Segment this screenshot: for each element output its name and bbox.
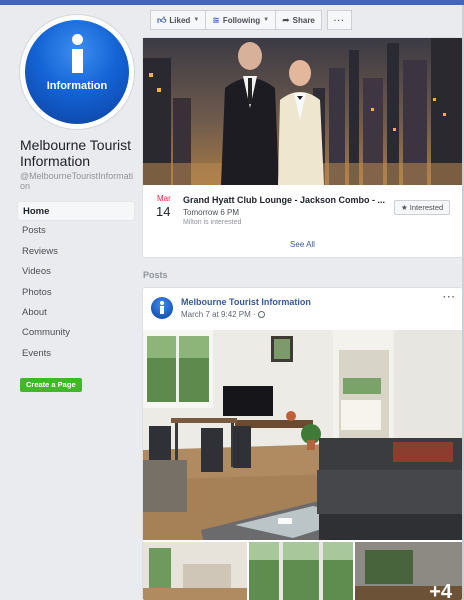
post-thumbnail-more[interactable]: +4 bbox=[355, 542, 462, 600]
nav-item-community[interactable]: Community bbox=[17, 323, 135, 343]
post-options-button[interactable]: ··· bbox=[443, 292, 456, 303]
post-card: Melbourne Tourist Information March 7 at… bbox=[143, 288, 462, 600]
garden-window-photo bbox=[249, 542, 353, 600]
more-options-button[interactable]: ··· bbox=[326, 10, 352, 30]
event-interest-note: Milton is interested bbox=[183, 219, 242, 226]
apartment-living-room-photo bbox=[143, 330, 462, 540]
event-title-link[interactable]: Grand Hyatt Club Lounge - Jackson Combo … bbox=[183, 195, 393, 205]
info-icon-dot bbox=[72, 34, 83, 45]
share-button[interactable]: ➦ Share bbox=[275, 10, 322, 30]
info-icon-stem bbox=[72, 49, 83, 73]
following-button[interactable]: ≊ Following ▼ bbox=[205, 10, 277, 30]
nav-item-reviews[interactable]: Reviews bbox=[17, 242, 135, 262]
event-time: Tomorrow 6 PM bbox=[183, 208, 240, 217]
post-thumbnail[interactable] bbox=[143, 542, 247, 600]
upcoming-event-card: Mar 14 Grand Hyatt Club Lounge - Jackson… bbox=[143, 38, 462, 257]
bedroom-photo bbox=[143, 542, 247, 600]
nav-item-home[interactable]: Home bbox=[17, 201, 135, 222]
share-label: Share bbox=[292, 15, 315, 25]
page-profile-picture[interactable]: Information bbox=[20, 15, 134, 129]
post-timestamp-text: March 7 at 9:42 PM · bbox=[181, 310, 256, 319]
thumbs-up-icon: 👍︎ bbox=[157, 14, 167, 25]
chevron-down-icon: ▼ bbox=[263, 17, 270, 23]
liked-button[interactable]: 👍︎ Liked ▼ bbox=[150, 10, 207, 30]
post-main-photo[interactable] bbox=[143, 330, 462, 540]
share-arrow-icon: ➦ bbox=[282, 14, 290, 25]
information-logo: Information bbox=[25, 20, 129, 124]
nav-item-events[interactable]: Events bbox=[17, 344, 135, 364]
post-photo-thumbnails: +4 bbox=[143, 542, 462, 600]
post-timestamp[interactable]: March 7 at 9:42 PM · bbox=[181, 310, 265, 319]
rss-feed-icon: ≊ bbox=[212, 14, 220, 25]
see-all-events-link[interactable]: See All bbox=[143, 240, 462, 249]
create-page-button[interactable]: Create a Page bbox=[20, 378, 82, 392]
chevron-down-icon: ▼ bbox=[193, 17, 200, 23]
event-date-day: 14 bbox=[156, 204, 171, 219]
nav-item-photos[interactable]: Photos bbox=[17, 283, 135, 303]
globe-icon bbox=[257, 311, 265, 318]
nav-item-posts[interactable]: Posts bbox=[17, 221, 135, 241]
posts-section-heading: Posts bbox=[143, 270, 168, 280]
page-username[interactable]: @MelbourneTouristInformation bbox=[20, 171, 138, 191]
liked-label: Liked bbox=[169, 15, 191, 25]
page-navigation: Home Posts Reviews Videos Photos About C… bbox=[17, 201, 135, 364]
page-sidebar: Information Melbourne Tourist Informatio… bbox=[0, 5, 143, 600]
following-label: Following bbox=[222, 15, 261, 25]
post-author-link[interactable]: Melbourne Tourist Information bbox=[181, 297, 311, 307]
interested-button[interactable]: ★ Interested bbox=[394, 200, 451, 215]
event-date-month: Mar bbox=[157, 194, 171, 203]
page-title[interactable]: Melbourne Tourist Information bbox=[20, 137, 138, 169]
post-thumbnail[interactable] bbox=[249, 542, 353, 600]
two-men-city-skyline-photo bbox=[143, 38, 462, 185]
more-photos-count: +4 bbox=[429, 581, 452, 600]
nav-item-about[interactable]: About bbox=[17, 303, 135, 323]
page-actions-bar: 👍︎ Liked ▼ ≊ Following ▼ ➦ Share ··· bbox=[150, 10, 352, 30]
nav-item-videos[interactable]: Videos bbox=[17, 262, 135, 282]
post-author-avatar[interactable] bbox=[151, 297, 173, 319]
logo-text: Information bbox=[46, 80, 108, 92]
event-cover-photo[interactable] bbox=[143, 38, 462, 185]
